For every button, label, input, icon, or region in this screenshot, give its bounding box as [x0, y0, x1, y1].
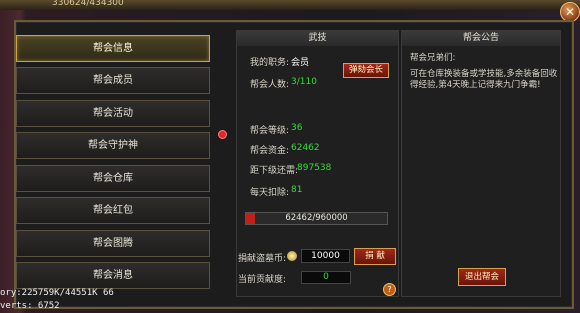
sidebar-item-totem[interactable]: 帮会图腾 — [16, 230, 210, 257]
funds-label: 帮会资金: — [250, 146, 290, 156]
donate-button[interactable]: 捐 献 — [354, 248, 396, 265]
debug-verts-line: verts: 6752 — [0, 301, 60, 311]
members-label: 帮会人数: — [250, 80, 290, 90]
daily-cost-value: 81 — [291, 185, 303, 195]
sidebar-item-red-packet[interactable]: 帮会红包 — [16, 197, 210, 224]
sidebar-item-guild-info[interactable]: 帮会信息 — [16, 35, 210, 62]
members-value: 3/110 — [291, 77, 317, 87]
coin-icon — [287, 251, 297, 261]
position-value: 会员 — [291, 58, 310, 68]
level-value: 36 — [291, 123, 303, 133]
daily-cost-label: 每天扣除: — [250, 188, 290, 198]
donate-amount-input[interactable]: 10000 — [301, 249, 350, 263]
sidebar-item-guardian[interactable]: 帮会守护神 — [16, 132, 210, 159]
sidebar-item-guild-activity[interactable]: 帮会活动 — [16, 100, 210, 127]
sidebar-item-warehouse[interactable]: 帮会仓库 — [16, 165, 210, 192]
notice-body: 可在仓库换装备或学技能,多余装备回收得经验,第4天晚上记得来九门争霸! — [410, 69, 558, 90]
sidebar-item-messages[interactable]: 帮会消息 — [16, 262, 210, 289]
debug-memory-line: ory:225759K/44551K 66 — [0, 288, 114, 298]
funds-progress-text: 62462/960000 — [285, 213, 348, 223]
next-level-label: 距下级还需: — [250, 166, 299, 176]
contribution-label: 当前贡献度: — [238, 275, 287, 285]
notice-header: 帮会公告 — [402, 31, 560, 46]
position-label: 我的职务: — [250, 58, 290, 68]
next-level-value: 897538 — [297, 163, 332, 173]
leave-guild-button[interactable]: 退出帮会 — [458, 268, 506, 286]
level-label: 帮会等级: — [250, 126, 290, 136]
notice-greeting: 帮会兄弟们: — [410, 53, 456, 63]
help-icon[interactable]: ? — [383, 283, 396, 296]
donate-label: 捐献盗墓币: — [238, 254, 287, 264]
hp-readout: 330624/434300 — [52, 0, 124, 8]
contribution-value: 0 — [301, 271, 351, 284]
impeach-button[interactable]: 弹劾会长 — [343, 63, 389, 78]
funds-value: 62462 — [291, 143, 320, 153]
close-icon[interactable]: ✕ — [560, 2, 580, 22]
info-header: 武技 — [237, 31, 398, 46]
notification-dot — [218, 130, 227, 139]
sidebar-item-guild-members[interactable]: 帮会成员 — [16, 67, 210, 94]
funds-progress-bar: 62462/960000 — [245, 212, 388, 225]
